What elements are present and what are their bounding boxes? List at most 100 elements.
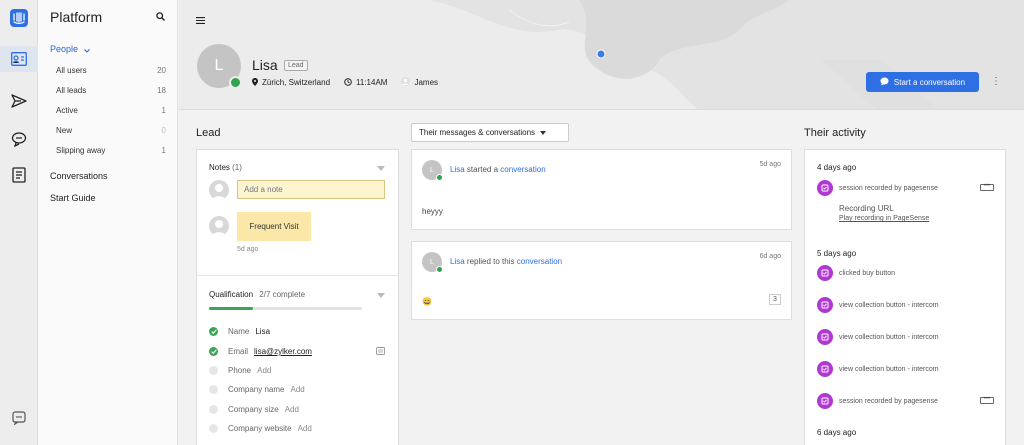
- sidebar-item-new[interactable]: New 0: [56, 126, 166, 135]
- status-badge: Lead: [284, 60, 308, 71]
- sidebar-item-active[interactable]: Active 1: [56, 106, 166, 115]
- add-field-link[interactable]: Add: [298, 424, 312, 433]
- sidebar-item-slipping-away[interactable]: Slipping away 1: [56, 146, 166, 155]
- notes-header[interactable]: Notes (1): [209, 163, 242, 172]
- more-details-button[interactable]: •••: [980, 396, 994, 404]
- activity-event: view collection button - intercom: [817, 361, 939, 377]
- more-options-icon[interactable]: ⋮: [991, 76, 1001, 87]
- online-status-dot: [436, 266, 443, 273]
- conversation-timestamp: 6d ago: [759, 253, 781, 260]
- qualification-row-email: Email lisa@zylker.com: [209, 347, 312, 356]
- conversation-message: 😄: [422, 297, 432, 306]
- activity-event: session recorded by pagesense: [817, 393, 938, 409]
- qualification-label: Qualification: [209, 290, 254, 299]
- conversation-timestamp: 5d ago: [759, 161, 781, 168]
- articles-icon[interactable]: [0, 164, 38, 186]
- conversation-link[interactable]: conversation: [500, 165, 545, 174]
- start-conversation-button[interactable]: Start a conversation: [866, 72, 979, 92]
- check-icon: [209, 327, 218, 336]
- field-label: Phone: [228, 366, 252, 375]
- user-avatar-icon: [209, 180, 229, 200]
- activity-event-icon: [817, 361, 833, 377]
- empty-status-icon: [209, 385, 218, 394]
- field-value[interactable]: lisa@zylker.com: [254, 347, 312, 356]
- profile-header: L Lisa Lead Zürich, Switzerland 11:14AM …: [179, 0, 1024, 110]
- add-field-link[interactable]: Add: [285, 405, 299, 414]
- field-label: Name: [228, 327, 250, 336]
- add-note-input[interactable]: [237, 180, 385, 199]
- qualification-status: 2/7 complete: [259, 290, 306, 299]
- outbound-icon[interactable]: [0, 90, 38, 112]
- conversation-card[interactable]: L Lisa started a conversation 5d ago hey…: [411, 149, 792, 230]
- email-action-icon[interactable]: [376, 347, 385, 357]
- user-link[interactable]: Lisa: [450, 165, 465, 174]
- activity-event-text: session recorded by pagesense: [839, 397, 938, 405]
- sidebar-title: Platform: [50, 9, 103, 25]
- field-label: Company size: [228, 405, 279, 414]
- note-card[interactable]: Frequent Visit: [237, 212, 311, 241]
- user-link[interactable]: Lisa: [450, 257, 465, 266]
- conversation-summary: Lisa replied to this conversation: [450, 257, 562, 266]
- sidebar-item-label: Active: [56, 106, 78, 115]
- note-author-avatar-icon: [209, 216, 229, 236]
- conversation-action: replied to this: [466, 257, 515, 266]
- field-label: Company website: [228, 424, 292, 433]
- sidebar-section-people-label: People: [50, 44, 79, 54]
- people-sidebar: Platform People All users 20 All leads 1…: [38, 0, 178, 445]
- more-details-button[interactable]: •••: [980, 183, 994, 191]
- activity-event-text: session recorded by pagesense: [839, 184, 938, 192]
- contacts-icon[interactable]: [0, 46, 38, 72]
- sidebar-item-all-leads[interactable]: All leads 18: [56, 86, 166, 95]
- qualification-row-name: Name Lisa: [209, 327, 270, 336]
- field-value[interactable]: Lisa: [255, 327, 270, 336]
- add-field-link[interactable]: Add: [257, 366, 271, 375]
- app-logo-icon[interactable]: [0, 6, 38, 30]
- conversation-filter-dropdown[interactable]: Their messages & conversations: [411, 123, 569, 142]
- qualification-progress-fill: [209, 307, 253, 310]
- sidebar-link-conversations[interactable]: Conversations: [50, 171, 108, 181]
- field-label: Email: [228, 347, 249, 356]
- sidebar-item-count: 20: [157, 66, 166, 75]
- location-map: [429, 0, 1024, 109]
- add-field-link[interactable]: Add: [290, 385, 304, 394]
- qualification-header[interactable]: Qualification 2/7 complete: [209, 290, 305, 299]
- activity-event-icon: [817, 329, 833, 345]
- notes-label: Notes: [209, 163, 230, 172]
- inbox-chat-icon[interactable]: [0, 128, 38, 150]
- profile-name: Lisa: [252, 57, 278, 73]
- qualification-row-company-size: Company size Add: [209, 405, 299, 414]
- lead-column-title: Lead: [196, 127, 221, 139]
- conversation-link[interactable]: conversation: [517, 257, 562, 266]
- search-icon[interactable]: [156, 12, 165, 23]
- play-recording-link[interactable]: Play recording in PageSense: [839, 215, 929, 222]
- clock-icon: [344, 77, 352, 88]
- activity-event: clicked buy button: [817, 265, 895, 281]
- profile-owner[interactable]: James: [414, 78, 438, 87]
- menu-icon[interactable]: [196, 16, 205, 26]
- sidebar-item-all-users[interactable]: All users 20: [56, 66, 166, 75]
- qualification-row-company-website: Company website Add: [209, 424, 312, 433]
- location-pin-icon: [252, 77, 258, 88]
- sidebar-section-people[interactable]: People: [50, 44, 90, 55]
- activity-event-text: view collection button - intercom: [839, 301, 939, 309]
- sidebar-item-count: 1: [161, 146, 166, 155]
- profile-location: Zürich, Switzerland: [262, 78, 331, 87]
- activity-event-icon: [817, 180, 833, 196]
- activity-panel: 4 days ago session recorded by pagesense…: [804, 149, 1006, 445]
- activity-event-icon: [817, 265, 833, 281]
- conversation-card[interactable]: L Lisa replied to this conversation 6d a…: [411, 241, 792, 320]
- notes-collapse-icon[interactable]: [377, 166, 385, 171]
- qualification-collapse-icon[interactable]: [377, 293, 385, 298]
- owner-avatar-icon: [401, 77, 411, 88]
- notes-count: (1): [232, 163, 242, 172]
- sidebar-item-label: All users: [56, 66, 87, 75]
- sidebar-item-count: 0: [161, 126, 166, 135]
- sidebar-link-start-guide[interactable]: Start Guide: [50, 193, 96, 203]
- message-count-badge: 3: [769, 294, 781, 305]
- messenger-icon[interactable]: [0, 408, 38, 428]
- lead-panel: Notes (1) Frequent Visit 5d ago Qualific…: [196, 149, 399, 445]
- profile-local-time: 11:14AM: [356, 78, 388, 87]
- activity-column-title: Their activity: [804, 127, 866, 139]
- activity-event: session recorded by pagesense: [817, 180, 938, 196]
- qualification-row-phone: Phone Add: [209, 366, 271, 375]
